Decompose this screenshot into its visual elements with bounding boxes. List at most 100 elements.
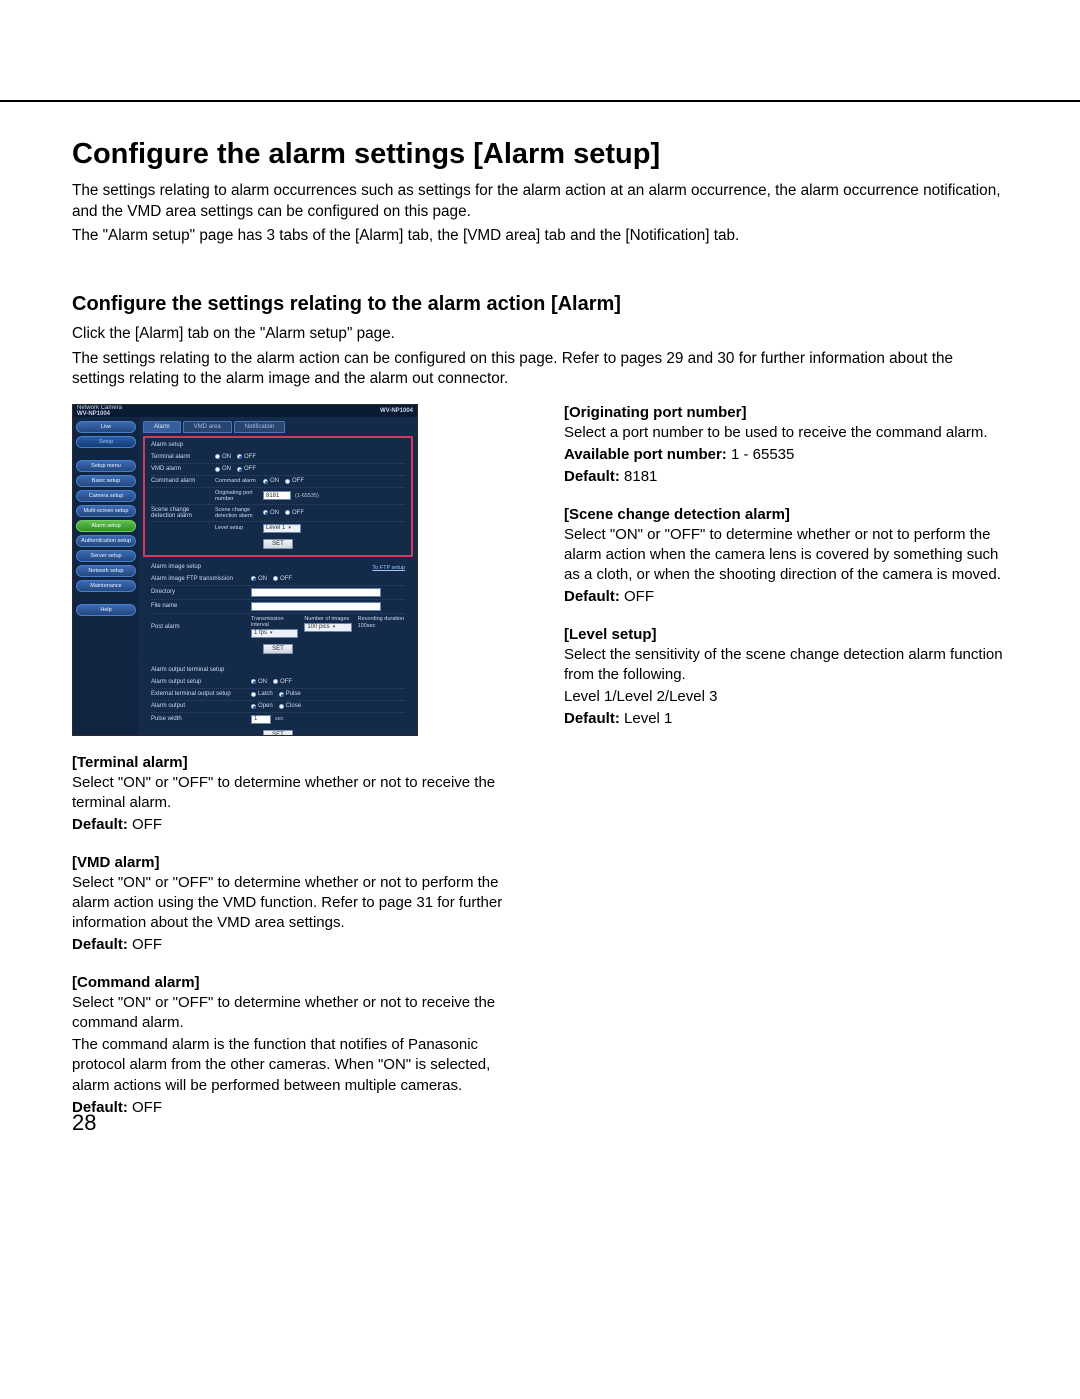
terminal-alarm-text: Select "ON" or "OFF" to determine whethe…: [72, 773, 516, 814]
ftp-off-radio[interactable]: OFF: [273, 576, 292, 582]
tab-notification[interactable]: Notification: [234, 421, 286, 433]
sidebar-setup-menu[interactable]: Setup menu: [76, 460, 136, 472]
command-alarm-text1: Select "ON" or "OFF" to determine whethe…: [72, 993, 516, 1034]
row-filename-label: File name: [151, 603, 251, 609]
sidebar-multiscreen-setup[interactable]: Multi-screen setup: [76, 505, 136, 517]
row-scene-change-label: Scene change detection alarm: [151, 507, 215, 519]
command-alarm-head: [Command alarm]: [72, 974, 516, 991]
terminal-alarm-default-value: OFF: [128, 816, 162, 833]
panel1-set-button[interactable]: SET: [263, 539, 293, 549]
tab-alarm[interactable]: Alarm: [143, 421, 181, 433]
orig-port-hint: (1-65535): [295, 493, 319, 499]
terminal-alarm-head: [Terminal alarm]: [72, 754, 516, 771]
row-command-alarm-sub: Command alarm: [215, 478, 263, 484]
panel-alarm-output-setup: Alarm output terminal setup Alarm output…: [143, 663, 413, 735]
vmd-alarm-on-radio[interactable]: ON: [215, 466, 231, 472]
alarm-setup-screenshot: Network CameraWV-NP1004 WV-NP1004 Live S…: [72, 404, 418, 736]
alarm-output-off-radio[interactable]: OFF: [273, 679, 292, 685]
command-alarm-text2: The command alarm is the function that n…: [72, 1035, 516, 1096]
row-pulse-width-label: Pulse width: [151, 716, 251, 722]
orig-port-default-value: 8181: [620, 468, 658, 485]
transmission-interval-select[interactable]: 1 fps: [251, 629, 298, 638]
sidebar-server-setup[interactable]: Server setup: [76, 550, 136, 562]
panel3-set-button[interactable]: SET: [263, 730, 293, 735]
row-terminal-alarm-label: Terminal alarm: [151, 454, 215, 460]
transmission-interval-label: Transmission interval: [251, 616, 298, 628]
ftp-on-radio[interactable]: ON: [251, 576, 267, 582]
shot-sidebar: Live Setup Setup menu Basic setup Camera…: [73, 417, 139, 735]
row-post-alarm-label: Post alarm: [151, 624, 251, 630]
panel-alarm-setup-title: Alarm setup: [151, 442, 405, 448]
row-vmd-alarm-label: VMD alarm: [151, 466, 215, 472]
panel-alarm-setup: Alarm setup Terminal alarm ON OFF V: [143, 436, 413, 557]
orig-port-default-label: Default:: [564, 468, 620, 485]
vmd-alarm-head: [VMD alarm]: [72, 854, 516, 871]
row-scene-change-sub: Scene change detection alarm: [215, 507, 263, 519]
terminal-alarm-off-radio[interactable]: OFF: [237, 454, 256, 460]
intro-paragraph-1: The settings relating to alarm occurrenc…: [72, 181, 1008, 222]
orig-port-input[interactable]: 8181: [263, 491, 291, 500]
row-directory-label: Directory: [151, 589, 251, 595]
sub-paragraph-1: Click the [Alarm] tab on the "Alarm setu…: [72, 324, 1008, 345]
orig-port-avail-value: 1 - 65535: [727, 446, 795, 463]
vmd-alarm-off-radio[interactable]: OFF: [237, 466, 256, 472]
panel2-set-button[interactable]: SET: [263, 644, 293, 654]
pulse-width-unit: sec: [275, 716, 284, 722]
alarm-output-close-radio[interactable]: Close: [279, 703, 301, 709]
sub-paragraph-2: The settings relating to the alarm actio…: [72, 349, 1008, 390]
terminal-alarm-default-label: Default:: [72, 816, 128, 833]
page-title: Configure the alarm settings [Alarm setu…: [72, 138, 1008, 171]
ext-latch-radio[interactable]: Latch: [251, 691, 273, 697]
sidebar-maintenance[interactable]: Maintenance: [76, 580, 136, 592]
scene-change-text: Select "ON" or "OFF" to determine whethe…: [564, 525, 1008, 586]
section-subtitle: Configure the settings relating to the a…: [72, 293, 1008, 316]
recording-duration-label: Recording duration: [358, 616, 405, 622]
intro-paragraph-2: The "Alarm setup" page has 3 tabs of the…: [72, 226, 1008, 247]
level-setup-text: Select the sensitivity of the scene chan…: [564, 645, 1008, 686]
number-of-images-select[interactable]: 100 pics: [304, 623, 351, 632]
number-of-images-label: Number of images: [304, 616, 351, 622]
ext-pulse-radio[interactable]: Pulse: [279, 691, 301, 697]
tab-vmd-area[interactable]: VMD area: [183, 421, 232, 433]
scene-change-default-label: Default:: [564, 588, 620, 605]
filename-input[interactable]: [251, 602, 381, 611]
sidebar-basic-setup[interactable]: Basic setup: [76, 475, 136, 487]
level-setup-head: [Level setup]: [564, 626, 1008, 643]
level-setup-levels: Level 1/Level 2/Level 3: [564, 687, 1008, 707]
alarm-output-on-radio[interactable]: ON: [251, 679, 267, 685]
panel-alarm-output-title: Alarm output terminal setup: [151, 667, 405, 673]
sidebar-camera-setup[interactable]: Camera setup: [76, 490, 136, 502]
row-alarm-output-setup-label: Alarm output setup: [151, 679, 251, 685]
vmd-alarm-default-value: OFF: [128, 936, 162, 953]
row-command-alarm-label: Command alarm: [151, 478, 215, 484]
orig-port-avail-label: Available port number:: [564, 446, 727, 463]
panel-alarm-image-title: Alarm image setup: [151, 564, 201, 570]
recording-duration-value: 100sec: [358, 623, 376, 629]
row-level-setup-label: Level setup: [215, 525, 263, 531]
sidebar-help[interactable]: Help: [76, 604, 136, 616]
vmd-alarm-text: Select "ON" or "OFF" to determine whethe…: [72, 873, 516, 934]
orig-port-head: [Originating port number]: [564, 404, 1008, 421]
scene-change-off-radio[interactable]: OFF: [285, 510, 304, 516]
command-alarm-default-value: OFF: [128, 1099, 162, 1116]
command-alarm-off-radio[interactable]: OFF: [285, 478, 304, 484]
directory-input[interactable]: [251, 588, 381, 597]
sidebar-auth-setup[interactable]: Authentication setup: [76, 535, 136, 547]
scene-change-head: [Scene change detection alarm]: [564, 506, 1008, 523]
scene-change-on-radio[interactable]: ON: [263, 510, 279, 516]
alarm-output-open-radio[interactable]: Open: [251, 703, 273, 709]
level-setup-default-label: Default:: [564, 710, 620, 727]
sidebar-alarm-setup[interactable]: Alarm setup: [76, 520, 136, 532]
row-orig-port-label: Originating port number: [215, 490, 263, 502]
sidebar-live-button[interactable]: Live: [76, 421, 136, 433]
row-alarm-output-label: Alarm output: [151, 703, 251, 709]
to-ftp-setup-link[interactable]: To FTP setup: [372, 565, 405, 571]
sidebar-network-setup[interactable]: Network setup: [76, 565, 136, 577]
terminal-alarm-on-radio[interactable]: ON: [215, 454, 231, 460]
page-number: 28: [72, 1110, 96, 1136]
scene-change-default-value: OFF: [620, 588, 654, 605]
level-setup-select[interactable]: Level 1: [263, 524, 301, 533]
sidebar-setup-button[interactable]: Setup: [76, 436, 136, 448]
pulse-width-input[interactable]: 1: [251, 715, 271, 724]
command-alarm-on-radio[interactable]: ON: [263, 478, 279, 484]
